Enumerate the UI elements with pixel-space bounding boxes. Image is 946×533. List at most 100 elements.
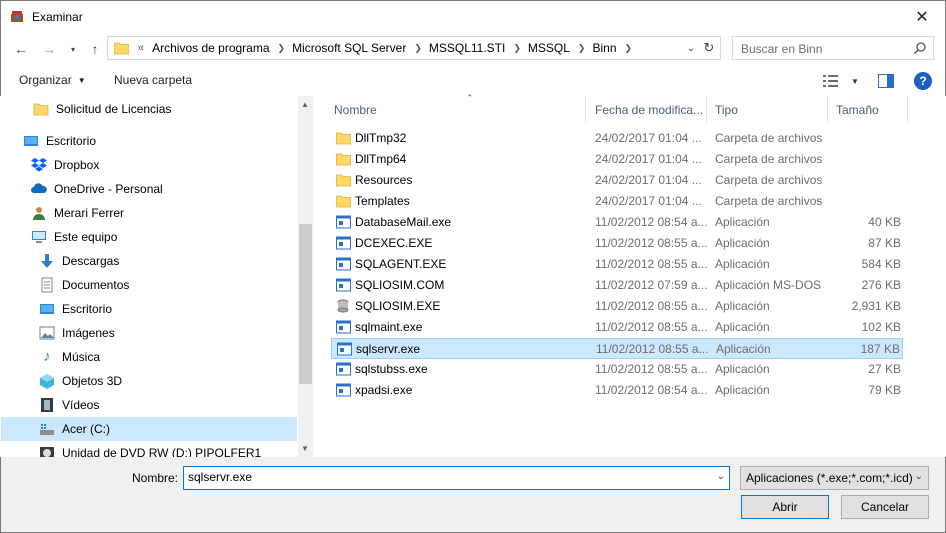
sidebar-item-label: Unidad de DVD RW (D:) PIPOLFER1 xyxy=(62,446,262,457)
file-row[interactable]: DllTmp64 24/02/2017 01:04 ... Carpeta de a… xyxy=(331,149,903,170)
scroll-thumb[interactable] xyxy=(299,224,312,384)
application-icon xyxy=(336,236,351,250)
sidebar-item-videos[interactable]: Vídeos xyxy=(1,393,297,417)
file-row[interactable]: SQLIOSIM.COM 11/02/2012 07:59 a... Aplicac… xyxy=(331,275,903,296)
chevron-right-icon[interactable]: ❯ xyxy=(278,43,286,54)
file-size: 276 KB xyxy=(861,278,901,292)
chevron-right-icon[interactable]: ❯ xyxy=(578,43,586,54)
search-placeholder: Buscar en Binn xyxy=(741,42,823,56)
file-date: 11/02/2012 08:55 a... xyxy=(595,236,708,250)
file-row[interactable]: DllTmp32 24/02/2017 01:04 ... Carpeta de a… xyxy=(331,128,903,149)
overflow-chevron-icon[interactable]: « xyxy=(138,42,144,54)
file-type-select[interactable]: Aplicaciones (*.exe;*.com;*.icd) ⌄ xyxy=(740,466,929,490)
scroll-down-icon[interactable]: ▼ xyxy=(301,444,309,453)
sidebar-item-solicitud[interactable]: Solicitud de Licencias xyxy=(1,97,297,121)
organize-button[interactable]: Organizar ▼ xyxy=(19,73,86,87)
forward-button[interactable]: → xyxy=(39,39,59,59)
crumb-mssql11[interactable]: MSSQL11.STI xyxy=(429,41,505,55)
breadcrumb: « Archivos de programa ❯ Microsoft SQL S… xyxy=(138,37,639,59)
sidebar-item-este-equipo[interactable]: Este equipo xyxy=(1,225,297,249)
file-name: DatabaseMail.exe xyxy=(355,215,452,229)
sidebar-item-label: Objetos 3D xyxy=(62,374,123,388)
file-row[interactable]: Templates 24/02/2017 01:04 ... Carpeta de … xyxy=(331,191,903,212)
sidebar-item-dropbox[interactable]: Dropbox xyxy=(1,153,297,177)
filename-input[interactable] xyxy=(188,470,698,484)
cancel-button[interactable]: Cancelar xyxy=(841,495,929,519)
dvd-drive-icon xyxy=(40,447,54,457)
user-icon xyxy=(33,207,45,220)
file-row[interactable]: Resources 24/02/2017 01:04 ... Carpeta de … xyxy=(331,170,903,191)
sidebar-item-dvd[interactable]: Unidad de DVD RW (D:) PIPOLFER1 xyxy=(1,441,297,457)
close-button[interactable]: ✕ xyxy=(899,1,945,32)
download-icon xyxy=(41,254,53,268)
up-button[interactable]: ↑ xyxy=(85,39,105,59)
address-bar[interactable]: « Archivos de programa ❯ Microsoft SQL S… xyxy=(107,36,721,60)
file-row[interactable]: sqlservr.exe 11/02/2012 08:55 a... Aplicac… xyxy=(331,338,903,359)
sidebar-item-musica[interactable]: ♪ Música xyxy=(1,345,297,369)
file-row[interactable]: SQLIOSIM.EXE 11/02/2012 08:55 a... Aplicac… xyxy=(331,296,903,317)
file-size: 87 KB xyxy=(868,236,901,250)
column-header-date[interactable]: Fecha de modifica... xyxy=(587,96,707,123)
sidebar-item-user[interactable]: Merari Ferrer xyxy=(1,201,297,225)
sidebar-item-escritorio-2[interactable]: Escritorio xyxy=(1,297,297,321)
folder-icon xyxy=(336,132,351,145)
file-row[interactable]: DatabaseMail.exe 11/02/2012 08:54 a... Apl… xyxy=(331,212,903,233)
file-type: Carpeta de archivos xyxy=(715,173,823,187)
change-view-button[interactable]: ▼ xyxy=(823,73,863,89)
crumb-binn[interactable]: Binn xyxy=(592,41,616,55)
sidebar-item-documentos[interactable]: Documentos xyxy=(1,273,297,297)
chevron-right-icon[interactable]: ❯ xyxy=(414,43,422,54)
refresh-button[interactable]: ↻ xyxy=(700,40,718,56)
column-header-name[interactable]: ⌃ Nombre xyxy=(326,93,586,123)
open-button[interactable]: Abrir xyxy=(741,495,829,519)
sidebar-item-descargas[interactable]: Descargas xyxy=(1,249,297,273)
music-icon: ♪ xyxy=(43,348,51,365)
chevron-down-icon[interactable]: ⌄ xyxy=(717,471,725,482)
crumb-mssql[interactable]: MSSQL xyxy=(528,41,570,55)
preview-pane-icon[interactable] xyxy=(878,74,894,88)
file-row[interactable]: sqlmaint.exe 11/02/2012 08:55 a... Aplicac… xyxy=(331,317,903,338)
column-header-size[interactable]: Tamaño xyxy=(828,96,908,123)
column-size-label: Tamaño xyxy=(836,102,879,117)
organize-label: Organizar xyxy=(19,73,72,87)
command-bar: Organizar ▼ Nueva carpeta ▼ ? xyxy=(0,66,946,96)
folder-icon xyxy=(336,195,351,208)
sidebar-item-acer-c[interactable]: Acer (C:) xyxy=(1,417,297,441)
dialog-footer: Nombre: ⌄ Aplicaciones (*.exe;*.com;*.ic… xyxy=(0,457,946,533)
recent-locations-button[interactable]: ▾ xyxy=(63,39,83,59)
file-date: 11/02/2012 08:55 a... xyxy=(595,320,708,334)
sidebar-item-label: Acer (C:) xyxy=(62,422,110,436)
sidebar-item-imagenes[interactable]: Imágenes xyxy=(1,321,297,345)
search-icon[interactable] xyxy=(913,41,927,55)
sidebar-item-onedrive[interactable]: OneDrive - Personal xyxy=(1,177,297,201)
crumb-sqlserver[interactable]: Microsoft SQL Server xyxy=(292,41,406,55)
column-header-type[interactable]: Tipo xyxy=(707,96,828,123)
sidebar-item-escritorio[interactable]: Escritorio xyxy=(1,129,297,153)
chevron-down-icon: ⌄ xyxy=(914,471,923,482)
file-row[interactable]: SQLAGENT.EXE 11/02/2012 08:55 a... Aplicac… xyxy=(331,254,903,275)
sidebar-item-label: Solicitud de Licencias xyxy=(56,102,172,116)
sidebar-item-label: Escritorio xyxy=(62,302,113,316)
sidebar-item-objetos3d[interactable]: Objetos 3D xyxy=(1,369,297,393)
address-dropdown-button[interactable]: ⌄ xyxy=(684,41,698,55)
file-type: Aplicación xyxy=(715,299,770,313)
file-row[interactable]: DCEXEC.EXE 11/02/2012 08:55 a... Aplicació… xyxy=(331,233,903,254)
file-row[interactable]: xpadsi.exe 11/02/2012 08:54 a... Aplicació… xyxy=(331,380,903,401)
crumb-archivos[interactable]: Archivos de programa xyxy=(152,41,269,55)
search-input[interactable]: Buscar en Binn xyxy=(732,36,934,60)
file-type: Aplicación xyxy=(715,320,770,334)
back-button[interactable]: ← xyxy=(11,39,31,59)
new-folder-button[interactable]: Nueva carpeta xyxy=(114,73,192,87)
file-date: 24/02/2017 01:04 ... xyxy=(595,152,702,166)
file-type: Carpeta de archivos xyxy=(715,194,823,208)
folder-icon xyxy=(336,153,351,166)
computer-icon xyxy=(32,231,46,243)
filename-field[interactable]: ⌄ xyxy=(183,466,730,490)
chevron-right-icon[interactable]: ❯ xyxy=(625,43,633,54)
scroll-up-icon[interactable]: ▲ xyxy=(301,100,309,109)
help-button[interactable]: ? xyxy=(914,72,932,90)
chevron-right-icon[interactable]: ❯ xyxy=(513,43,521,54)
file-row[interactable]: sqlstubss.exe 11/02/2012 08:55 a... Aplica… xyxy=(331,359,903,380)
nav-scrollbar[interactable]: ▲ ▼ xyxy=(298,96,313,457)
file-name: sqlstubss.exe xyxy=(355,362,428,376)
